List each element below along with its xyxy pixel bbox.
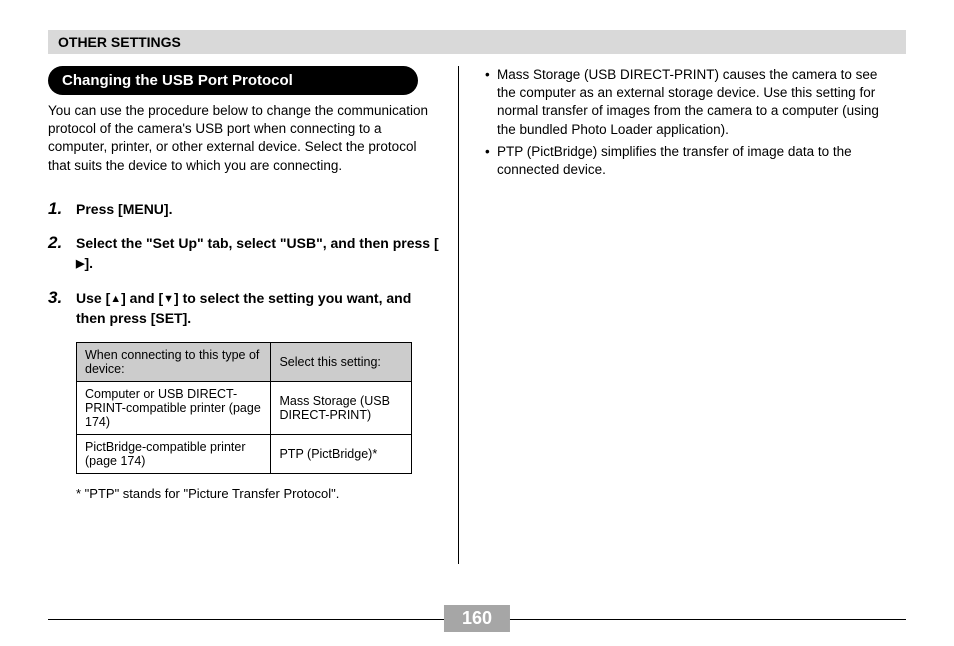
- page-footer: 160: [48, 619, 906, 620]
- step-item: 2. Select the "Set Up" tab, select "USB"…: [48, 233, 440, 274]
- left-column: Changing the USB Port Protocol You can u…: [48, 66, 458, 564]
- table-cell: Mass Storage (USB DIRECT-PRINT): [271, 382, 412, 435]
- table-cell: PictBridge-compatible printer (page 174): [77, 435, 271, 474]
- table-header: Select this setting:: [271, 343, 412, 382]
- step-text: Use [▲] and [▼] to select the setting yo…: [76, 288, 440, 329]
- table-row: Computer or USB DIRECT-PRINT-compatible …: [77, 382, 412, 435]
- bullet-text: Mass Storage (USB DIRECT-PRINT) causes t…: [497, 66, 889, 139]
- step-number: 3.: [48, 288, 76, 329]
- list-item: •Mass Storage (USB DIRECT-PRINT) causes …: [485, 66, 889, 139]
- bullet-icon: •: [485, 66, 497, 139]
- intro-paragraph: You can use the procedure below to chang…: [48, 102, 440, 175]
- table-cell: PTP (PictBridge)*: [271, 435, 412, 474]
- subsection-heading: Changing the USB Port Protocol: [48, 66, 418, 95]
- step-text: Press [MENU].: [76, 199, 172, 219]
- step-text-part: ].: [84, 255, 93, 271]
- bullet-text: PTP (PictBridge) simplifies the transfer…: [497, 143, 889, 179]
- section-header: OTHER SETTINGS: [48, 30, 906, 54]
- down-arrow-icon: ▼: [163, 292, 174, 308]
- step-item: 3. Use [▲] and [▼] to select the setting…: [48, 288, 440, 329]
- page-number: 160: [444, 605, 510, 632]
- bullet-list: •Mass Storage (USB DIRECT-PRINT) causes …: [485, 66, 889, 179]
- step-text-part: Use [: [76, 290, 110, 306]
- step-number: 1.: [48, 199, 76, 219]
- table-cell: Computer or USB DIRECT-PRINT-compatible …: [77, 382, 271, 435]
- up-arrow-icon: ▲: [110, 292, 121, 308]
- step-text-part: Select the "Set Up" tab, select "USB", a…: [76, 235, 439, 251]
- step-text: Select the "Set Up" tab, select "USB", a…: [76, 233, 440, 274]
- step-text-part: ] and [: [121, 290, 163, 306]
- step-number: 2.: [48, 233, 76, 274]
- table-footnote: * "PTP" stands for "Picture Transfer Pro…: [76, 486, 440, 501]
- bullet-icon: •: [485, 143, 497, 179]
- settings-table: When connecting to this type of device: …: [76, 342, 412, 474]
- step-item: 1. Press [MENU].: [48, 199, 440, 219]
- table-row: PictBridge-compatible printer (page 174)…: [77, 435, 412, 474]
- steps-list: 1. Press [MENU]. 2. Select the "Set Up" …: [48, 199, 440, 328]
- right-column: •Mass Storage (USB DIRECT-PRINT) causes …: [459, 66, 889, 564]
- table-header-row: When connecting to this type of device: …: [77, 343, 412, 382]
- list-item: •PTP (PictBridge) simplifies the transfe…: [485, 143, 889, 179]
- table-header: When connecting to this type of device:: [77, 343, 271, 382]
